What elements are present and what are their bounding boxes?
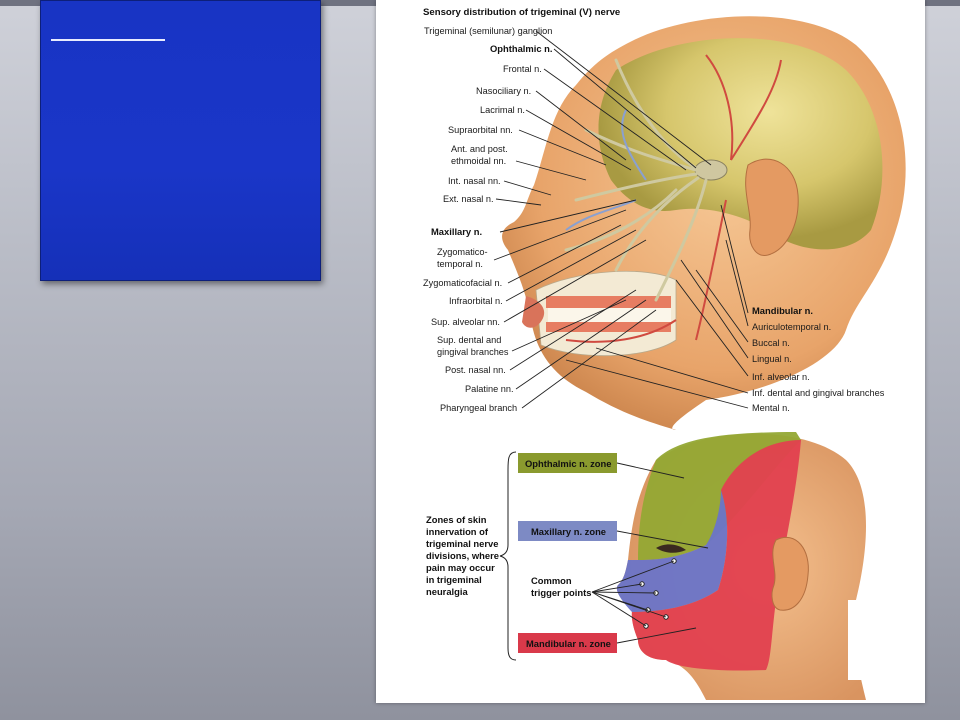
label-palatine: Palatine nn. — [465, 384, 514, 394]
note-line-2: innervation of — [426, 526, 489, 537]
label-inf-alveolar: Inf. alveolar n. — [752, 372, 810, 382]
title-underline — [51, 39, 165, 41]
trigger-note: Common trigger points — [531, 575, 591, 598]
note-line-4: divisions, where — [426, 550, 499, 561]
label-zygomaticofacial: Zygomaticofacial n. — [423, 278, 502, 288]
note-line-5: pain may occur — [426, 562, 495, 573]
zones-bracket — [499, 451, 517, 661]
trigeminal-ganglion — [694, 159, 728, 181]
label-mandibular: Mandibular n. — [752, 305, 813, 316]
label-int-nasal: Int. nasal nn. — [448, 176, 501, 186]
label-pharyngeal: Pharyngeal branch — [440, 403, 517, 413]
label-post-nasal: Post. nasal nn. — [445, 365, 506, 375]
ophthalmic-zone-label: Ophthalmic n. zone — [525, 458, 611, 469]
trigger-line-2: trigger points — [531, 587, 591, 598]
label-ethmoidal-1: Ant. and post. — [451, 144, 508, 154]
label-trigeminal-ganglion: Trigeminal (semilunar) ganglion — [424, 26, 552, 36]
zone-legend: Ophthalmic n. zone Maxillary n. zone Man… — [518, 453, 617, 653]
label-auriculotemporal: Auriculotemporal n. — [752, 322, 831, 332]
label-buccal: Buccal n. — [752, 338, 790, 348]
trigeminal-nerve-illustration: Sensory distribution of trigeminal (V) n… — [423, 7, 906, 700]
label-sup-dental-2: gingival branches — [437, 347, 509, 357]
label-supraorbital: Supraorbital nn. — [448, 125, 513, 135]
label-sup-alveolar: Sup. alveolar nn. — [431, 317, 500, 327]
label-frontal: Frontal n. — [503, 64, 542, 74]
zones-note: Zones of skin innervation of trigeminal … — [426, 514, 499, 597]
label-zygomaticotemporal-2: temporal n. — [437, 259, 483, 269]
label-infraorbital: Infraorbital n. — [449, 296, 503, 306]
label-ext-nasal: Ext. nasal n. — [443, 194, 494, 204]
label-maxillary: Maxillary n. — [431, 226, 482, 237]
note-line-7: neuralgia — [426, 586, 468, 597]
slide-title-placeholder[interactable] — [40, 0, 321, 281]
label-nasociliary: Nasociliary n. — [476, 86, 531, 96]
label-mental: Mental n. — [752, 403, 790, 413]
blank-white-patch — [848, 600, 917, 680]
note-line-1: Zones of skin — [426, 514, 487, 525]
label-sup-dental-1: Sup. dental and — [437, 335, 501, 345]
label-lingual: Lingual n. — [752, 354, 792, 364]
top-figure-title: Sensory distribution of trigeminal (V) n… — [423, 7, 620, 18]
maxillary-zone-label: Maxillary n. zone — [531, 526, 606, 537]
mandibular-zone-label: Mandibular n. zone — [526, 638, 611, 649]
note-line-3: trigeminal nerve — [426, 538, 498, 549]
upper-gum — [546, 296, 671, 308]
label-lacrimal: Lacrimal n. — [480, 105, 525, 115]
label-inf-dental: Inf. dental and gingival branches — [752, 388, 885, 398]
anatomy-illustration-panel: Sensory distribution of trigeminal (V) n… — [376, 0, 925, 703]
top-head-drawing — [502, 16, 906, 430]
tooth-row — [548, 308, 671, 322]
note-line-6: in trigeminal — [426, 574, 482, 585]
trigger-line-1: Common — [531, 575, 572, 586]
bottom-head-drawing — [616, 432, 866, 700]
label-ethmoidal-2: ethmoidal nn. — [451, 156, 506, 166]
label-zygomaticotemporal-1: Zygomatico- — [437, 247, 488, 257]
label-ophthalmic: Ophthalmic n. — [490, 43, 553, 54]
